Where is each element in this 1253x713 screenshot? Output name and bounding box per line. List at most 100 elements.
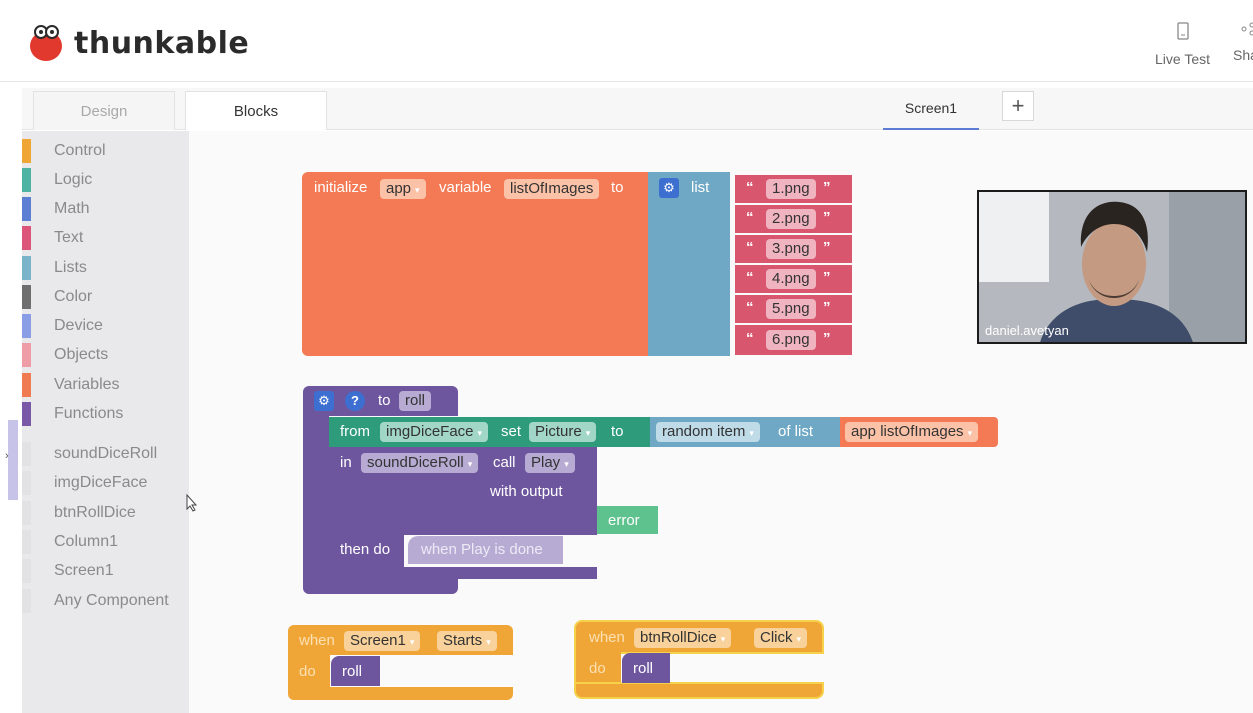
text-value[interactable]: 5.png: [766, 299, 816, 319]
category-lists[interactable]: Lists: [22, 254, 189, 281]
help-icon[interactable]: ?: [345, 391, 365, 411]
when-label: when: [299, 632, 335, 649]
gear-icon[interactable]: ⚙: [659, 178, 679, 198]
dropdown-arrow-icon: ▾: [477, 428, 483, 438]
app-header: thunkable Live Test Sha: [0, 0, 1253, 82]
variable-value: app listOfImages: [851, 423, 964, 440]
thunkable-logo[interactable]: thunkable: [28, 24, 249, 62]
component-label: Any Component: [54, 591, 169, 609]
category-label: Control: [54, 141, 106, 159]
button-event-dropdown[interactable]: Click ▾: [754, 628, 808, 648]
text-value[interactable]: 3.png: [766, 239, 816, 259]
editor-tabbar: Design Blocks Screen1 +: [22, 88, 1253, 130]
share-label: Sha: [1233, 47, 1253, 63]
button-component-dropdown[interactable]: btnRollDice ▾: [634, 628, 732, 648]
category-color-bar: [22, 313, 31, 338]
category-functions[interactable]: Functions: [22, 400, 189, 427]
call-method-footer: [329, 567, 597, 579]
dropdown-arrow-icon: ▾: [486, 637, 491, 647]
category-color-bar: [22, 441, 31, 466]
method-dropdown[interactable]: Play ▾: [525, 453, 575, 473]
live-test-button[interactable]: Live Test: [1155, 22, 1210, 67]
dropdown-arrow-icon: ▾: [467, 459, 473, 469]
component-label: btnRollDice: [54, 503, 136, 521]
initialize-variable-block[interactable]: [302, 172, 648, 356]
sound-component-dropdown[interactable]: soundDiceRoll ▾: [361, 453, 479, 473]
category-variables[interactable]: Variables: [22, 371, 189, 398]
function-to-label: to: [378, 392, 391, 409]
webcam-overlay: daniel.avetyan: [977, 190, 1247, 344]
make-list-block[interactable]: [648, 172, 730, 356]
call-roll-label: roll: [342, 663, 363, 680]
tab-blocks[interactable]: Blocks: [185, 91, 327, 130]
with-output-label: with output: [490, 483, 563, 500]
gear-icon[interactable]: ⚙: [314, 391, 334, 411]
category-device[interactable]: Device: [22, 312, 189, 339]
drawer-collapse-handle[interactable]: ›: [5, 420, 18, 500]
category-color-bar: [22, 255, 31, 280]
category-text[interactable]: Text: [22, 224, 189, 251]
category-color-bar: [22, 342, 31, 367]
component-column1[interactable]: Column1: [22, 528, 189, 555]
dropdown-arrow-icon: ▾: [415, 185, 420, 195]
set-property-block[interactable]: [329, 417, 650, 447]
category-control[interactable]: Control: [22, 137, 189, 164]
list-op-dropdown[interactable]: random item ▾: [656, 422, 760, 442]
component-dropdown[interactable]: imgDiceFace ▾: [380, 422, 489, 442]
add-screen-button[interactable]: +: [1002, 91, 1034, 121]
category-math[interactable]: Math: [22, 195, 189, 222]
close-quote-icon: ”: [823, 179, 831, 196]
mouse-cursor-icon: [186, 493, 198, 517]
category-label: Device: [54, 316, 103, 334]
set-to-label: to: [611, 423, 624, 440]
tab-design[interactable]: Design: [33, 91, 175, 130]
component-imgdiceface[interactable]: imgDiceFace: [22, 469, 189, 496]
webcam-video-icon: [979, 192, 1245, 342]
category-logic[interactable]: Logic: [22, 166, 189, 193]
category-label: Logic: [54, 170, 93, 188]
tab-screen1[interactable]: Screen1: [883, 88, 979, 130]
live-test-label: Live Test: [1155, 51, 1210, 67]
dropdown-arrow-icon: ▾: [967, 428, 973, 438]
close-quote-icon: ”: [823, 299, 831, 316]
share-icon: [1241, 22, 1253, 41]
error-label: error: [608, 512, 640, 529]
open-quote-icon: “: [746, 209, 754, 226]
text-value[interactable]: 2.png: [766, 209, 816, 229]
text-value[interactable]: 4.png: [766, 269, 816, 289]
component-any[interactable]: Any Component: [22, 587, 189, 614]
category-color[interactable]: Color: [22, 283, 189, 310]
list-op-value: random item: [662, 423, 746, 440]
do-label: do: [299, 663, 316, 680]
scope-dropdown[interactable]: app ▾: [380, 179, 426, 199]
screen-component-value: Screen1: [350, 632, 406, 649]
screen-component-dropdown[interactable]: Screen1 ▾: [344, 631, 421, 651]
component-btnrolldice[interactable]: btnRollDice: [22, 499, 189, 526]
screen-event-dropdown[interactable]: Starts ▾: [437, 631, 497, 651]
dropdown-arrow-icon: ▾: [564, 459, 569, 469]
category-label: Color: [54, 287, 93, 305]
dropdown-arrow-icon: ▾: [796, 634, 802, 644]
variable-dropdown[interactable]: app listOfImages ▾: [845, 422, 979, 442]
category-objects[interactable]: Objects: [22, 341, 189, 368]
text-value[interactable]: 6.png: [766, 330, 816, 350]
list-label: list: [691, 179, 710, 196]
button-event-value: Click: [760, 629, 793, 646]
category-color-bar: [22, 225, 31, 250]
component-label: imgDiceFace: [54, 473, 148, 491]
property-dropdown[interactable]: Picture ▾: [529, 422, 597, 442]
logo-text: thunkable: [74, 25, 250, 61]
share-button[interactable]: Sha: [1233, 22, 1253, 63]
set-label: set: [501, 423, 522, 440]
component-sounddiceroll[interactable]: soundDiceRoll: [22, 440, 189, 467]
function-name-field[interactable]: roll: [399, 391, 432, 411]
close-quote-icon: ”: [823, 209, 831, 226]
category-color-bar: [22, 401, 31, 426]
dropdown-arrow-icon: ▾: [409, 637, 415, 647]
category-label: Math: [54, 199, 90, 217]
text-value[interactable]: 1.png: [766, 179, 816, 199]
variable-name-field[interactable]: listOfImages: [504, 179, 600, 199]
function-body-spine: [303, 416, 329, 578]
open-quote-icon: “: [746, 239, 754, 256]
component-screen1[interactable]: Screen1: [22, 557, 189, 584]
